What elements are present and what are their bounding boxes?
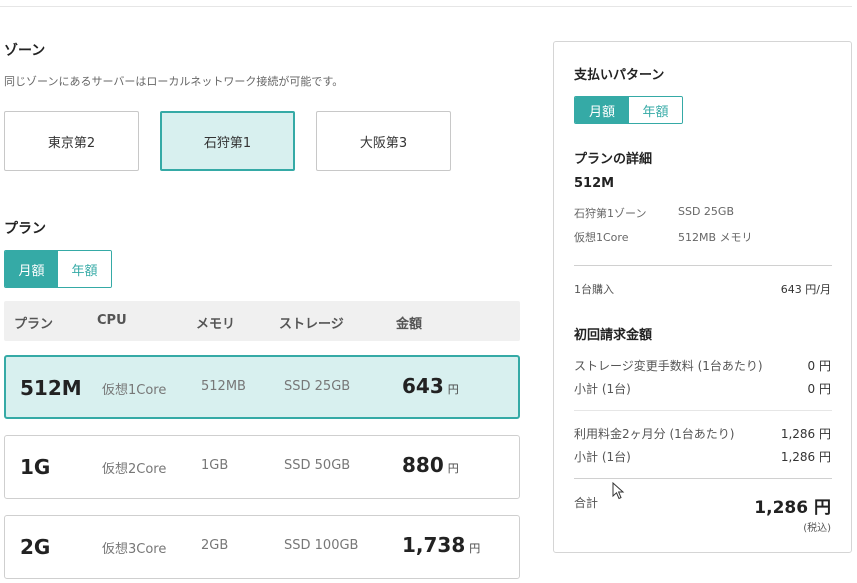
zone-option-label: 石狩第1 — [203, 135, 252, 151]
plan-name: 2G — [20, 535, 51, 559]
col-memory: メモリ — [196, 317, 236, 332]
plan-billing-toggle: 月額 年額 — [4, 250, 112, 288]
divider — [574, 478, 832, 479]
plan-memory: 512MB — [201, 379, 246, 394]
details-memory: 512MB メモリ — [678, 231, 753, 244]
plan-cpu: 仮想2Core — [102, 462, 167, 477]
per-unit-label: 1台購入 — [574, 283, 614, 296]
zone-title: ゾーン — [4, 43, 46, 59]
subtotal1-label: 小計 (1台) — [574, 382, 631, 396]
plan-price-unit: 円 — [447, 462, 459, 475]
plan-table-header: プラン CPU メモリ ストレージ 金額 — [4, 301, 520, 341]
details-title: プランの詳細 — [574, 152, 653, 167]
zone-option-label: 東京第2 — [47, 135, 96, 151]
subtotal1-value: 0 円 — [807, 382, 831, 396]
plan-storage: SSD 50GB — [284, 458, 351, 473]
zone-description: 同じゾーンにあるサーバーはローカルネットワーク接続が可能です。 — [4, 75, 344, 88]
details-cpu: 仮想1Core — [574, 231, 629, 244]
divider — [574, 265, 832, 266]
plan-billing-monthly[interactable]: 月額 — [5, 251, 58, 287]
col-plan: プラン — [14, 317, 54, 332]
details-plan-name: 512M — [574, 176, 615, 191]
divider — [574, 410, 832, 411]
usage-label: 利用料金2ヶ月分 (1台あたり) — [574, 427, 735, 441]
plan-row-512m[interactable]: 512M 仮想1Core 512MB SSD 25GB 643 円 — [4, 355, 520, 419]
payment-yearly[interactable]: 年額 — [629, 97, 682, 123]
order-summary-panel: 支払いパターン 月額 年額 プランの詳細 512M 石狩第1ゾーン SSD 25… — [553, 41, 852, 553]
plan-price: 880 円 — [402, 453, 459, 477]
plan-price-value: 880 — [402, 453, 444, 477]
col-storage: ストレージ — [279, 317, 344, 332]
initial-title: 初回請求金額 — [574, 328, 653, 343]
plan-storage: SSD 25GB — [284, 379, 351, 394]
plan-memory: 2GB — [201, 538, 229, 553]
per-unit-value: 643 円/月 — [780, 283, 831, 296]
plan-price: 1,738 円 — [402, 533, 480, 557]
mouse-cursor-icon — [612, 482, 625, 500]
payment-toggle: 月額 年額 — [574, 96, 683, 124]
col-cpu: CPU — [97, 313, 127, 328]
plan-price: 643 円 — [402, 374, 459, 398]
zone-option-label: 大阪第3 — [359, 135, 408, 151]
payment-title: 支払いパターン — [574, 68, 665, 83]
plan-price-value: 643 — [402, 374, 444, 398]
plan-name: 512M — [20, 376, 82, 400]
payment-monthly[interactable]: 月額 — [575, 97, 629, 123]
usage-value: 1,286 円 — [780, 427, 831, 441]
storage-fee-value: 0 円 — [807, 359, 831, 373]
total-label: 合計 — [574, 496, 599, 510]
details-storage: SSD 25GB — [678, 205, 734, 218]
plan-billing-yearly[interactable]: 年額 — [58, 251, 111, 287]
total-value: 1,286 円 — [754, 498, 831, 518]
plan-title: プラン — [4, 221, 46, 237]
plan-price-unit: 円 — [447, 383, 459, 396]
plan-storage: SSD 100GB — [284, 538, 359, 553]
col-price: 金額 — [396, 317, 423, 332]
zone-option-ishikari1[interactable]: 石狩第1 — [160, 111, 295, 171]
plan-name: 1G — [20, 455, 51, 479]
zone-option-tokyo2[interactable]: 東京第2 — [4, 111, 139, 171]
tax-note: (税込) — [803, 523, 831, 534]
plan-memory: 1GB — [201, 458, 229, 473]
top-divider — [0, 6, 852, 7]
plan-price-unit: 円 — [469, 542, 481, 555]
subtotal2-label: 小計 (1台) — [574, 450, 631, 464]
plan-cpu: 仮想1Core — [102, 383, 167, 398]
details-zone: 石狩第1ゾーン — [574, 207, 647, 220]
storage-fee-label: ストレージ変更手数料 (1台あたり) — [574, 359, 763, 373]
plan-row-2g[interactable]: 2G 仮想3Core 2GB SSD 100GB 1,738 円 — [4, 515, 520, 579]
plan-price-value: 1,738 — [402, 533, 466, 557]
plan-row-1g[interactable]: 1G 仮想2Core 1GB SSD 50GB 880 円 — [4, 435, 520, 499]
plan-cpu: 仮想3Core — [102, 542, 167, 557]
subtotal2-value: 1,286 円 — [780, 450, 831, 464]
zone-option-osaka3[interactable]: 大阪第3 — [316, 111, 451, 171]
